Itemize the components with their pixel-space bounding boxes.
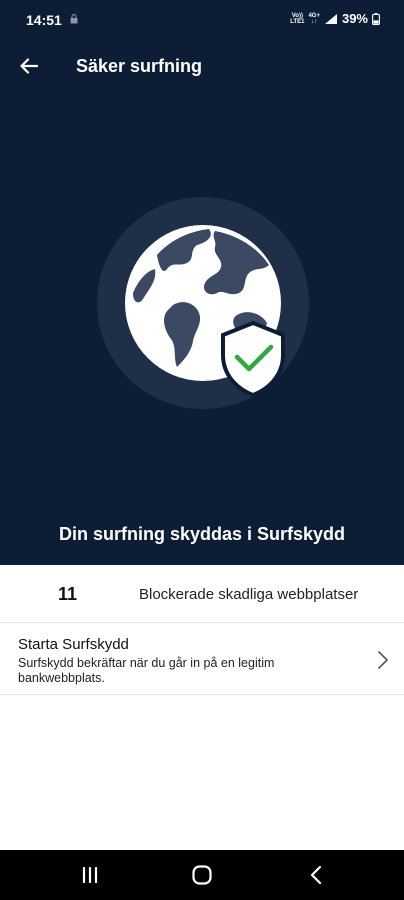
lock-icon [70, 14, 78, 24]
recents-button[interactable] [70, 862, 110, 888]
blocked-label: Blockerade skadliga webbplatser [139, 586, 359, 603]
home-button[interactable] [182, 862, 222, 888]
blocked-count: 11 [58, 584, 78, 604]
app-bar: Säker surfning [0, 46, 404, 86]
lte-label: LTE1 [290, 18, 305, 25]
battery-icon [372, 12, 380, 25]
start-surf-protection-row[interactable]: Starta Surfskydd Surfskydd bekräftar när… [0, 625, 404, 695]
page-title: Säker surfning [76, 56, 203, 76]
system-navigation-bar [0, 850, 404, 900]
nav-back-button[interactable] [296, 862, 336, 888]
recents-icon [82, 867, 98, 883]
battery-percent: 39% [341, 11, 368, 26]
blocked-sites-row: 11 Blockerade skadliga webbplatser [0, 565, 404, 623]
option-title: Starta Surfskydd [18, 636, 129, 653]
protection-message: Din surfning skyddas i Surfskydd [58, 524, 346, 544]
back-chevron-icon [310, 865, 322, 885]
network-type-indicator: 4G+ ↓↑ [308, 13, 320, 25]
data-arrows-icon: ↓↑ [311, 18, 318, 25]
volte-indicator: Vo)) LTE1 [290, 13, 304, 25]
back-button[interactable] [14, 52, 44, 80]
status-icons: Vo)) LTE1 4G+ ↓↑ 39% [290, 11, 380, 26]
status-time: 14:51 [26, 12, 62, 28]
volte-label: Vo)) [291, 12, 303, 19]
option-description: Surfskydd bekräftar när du går in på en … [18, 656, 275, 685]
chevron-right-icon [378, 651, 388, 669]
globe-shield-illustration [97, 197, 309, 409]
network-type-label: 4G+ [308, 12, 320, 19]
hero-section: 14:51 Vo)) LTE1 4G+ ↓↑ 39% Säker surfnin… [0, 0, 404, 565]
signal-icon [324, 13, 337, 24]
status-bar: 14:51 Vo)) LTE1 4G+ ↓↑ 39% [0, 0, 404, 40]
arrow-left-icon [20, 58, 38, 74]
home-icon [192, 865, 212, 885]
